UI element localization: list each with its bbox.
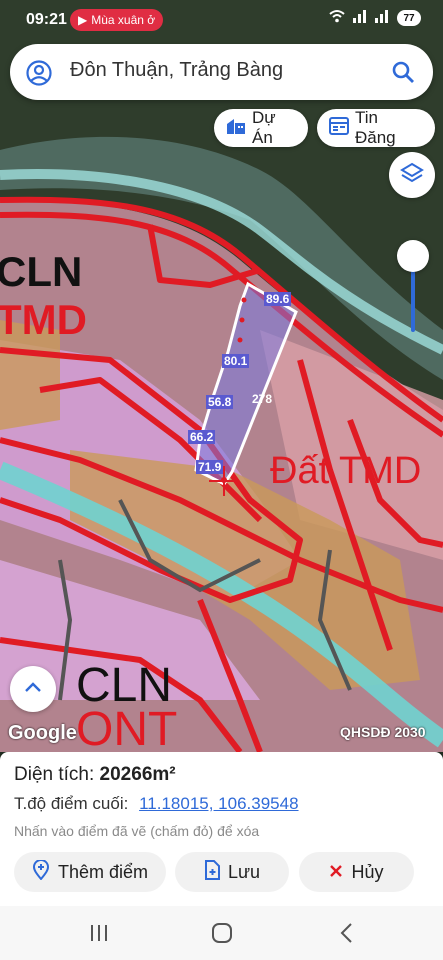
tin-dang-button[interactable]: Tin Đăng	[317, 108, 435, 147]
cancel-label: Hủy	[351, 861, 384, 882]
du-an-label: Dự Án	[252, 108, 276, 147]
zone-label-cln-top: CLN	[0, 248, 83, 295]
expand-button[interactable]	[10, 666, 56, 712]
building-icon	[226, 117, 246, 140]
play-icon: ▶	[78, 13, 88, 27]
status-time: 09:21	[26, 11, 67, 28]
battery-icon: 77	[397, 10, 421, 26]
listing-icon	[329, 116, 349, 140]
area-line: Diện tích: 20266m²	[14, 764, 176, 786]
add-point-button[interactable]: Thêm điểm	[14, 852, 166, 892]
search-input[interactable]: Đôn Thuận, Trảng Bàng	[70, 59, 283, 82]
layers-icon	[400, 161, 424, 190]
zone-label-dat-tmd: Đất TMD	[270, 450, 422, 492]
edge-label: 56.8	[206, 395, 234, 409]
save-label: Lưu	[227, 861, 261, 882]
back-icon[interactable]	[336, 922, 358, 949]
google-logo: Google	[8, 722, 77, 744]
notification-pill[interactable]: ▶ Mùa xuân ở	[70, 9, 164, 31]
search-bar[interactable]: Đôn Thuận, Trảng Bàng	[10, 44, 433, 100]
edge-label: 71.9	[196, 460, 224, 474]
status-bar: 09:21 ▶ Mùa xuân ở 77	[0, 0, 443, 40]
status-icons: 77	[329, 9, 421, 27]
measurement-panel: Diện tích: 20266m² T.độ điểm cuối: 11.18…	[0, 752, 443, 906]
add-location-icon	[32, 858, 50, 885]
wifi-icon	[329, 9, 345, 27]
home-icon[interactable]	[211, 922, 233, 949]
edge-label: 80.1	[222, 354, 250, 368]
du-an-button[interactable]: Dự Án	[214, 108, 308, 147]
coord-line: T.độ điểm cuối: 11.18015, 106.39548	[14, 794, 299, 814]
hint-text: Nhấn vào điểm đã vẽ (chấm đỏ) để xóa	[14, 823, 260, 839]
edge-label: 278	[252, 392, 273, 406]
area-label: Diện tích:	[14, 764, 95, 785]
coord-label: T.độ điểm cuối:	[14, 794, 129, 813]
save-button[interactable]: Lưu	[175, 852, 289, 892]
notification-text: Mùa xuân ở	[91, 13, 156, 27]
close-icon	[329, 862, 343, 883]
cancel-button[interactable]: Hủy	[299, 852, 414, 892]
plan-layer-tag: QHSDĐ 2030	[340, 724, 426, 740]
recent-apps-icon[interactable]	[88, 922, 110, 949]
edge-label: 89.6	[264, 292, 292, 306]
chevron-up-icon	[24, 680, 42, 698]
signal-icon	[353, 9, 367, 27]
account-icon[interactable]	[26, 60, 52, 91]
tin-dang-label: Tin Đăng	[355, 108, 396, 147]
zone-label-ont-bottom: ONT	[76, 703, 178, 752]
layers-button[interactable]	[389, 152, 435, 198]
search-icon[interactable]	[391, 60, 415, 89]
zone-label-tmd-top: TMD	[0, 296, 87, 343]
signal-icon	[375, 9, 389, 27]
area-value: 20266m²	[99, 764, 176, 785]
save-icon	[204, 859, 220, 885]
coord-link[interactable]: 11.18015, 106.39548	[139, 794, 298, 813]
add-point-label: Thêm điểm	[57, 861, 149, 882]
system-nav-bar	[0, 906, 443, 960]
edge-label: 66.2	[188, 430, 216, 444]
opacity-slider-handle[interactable]	[397, 240, 429, 272]
